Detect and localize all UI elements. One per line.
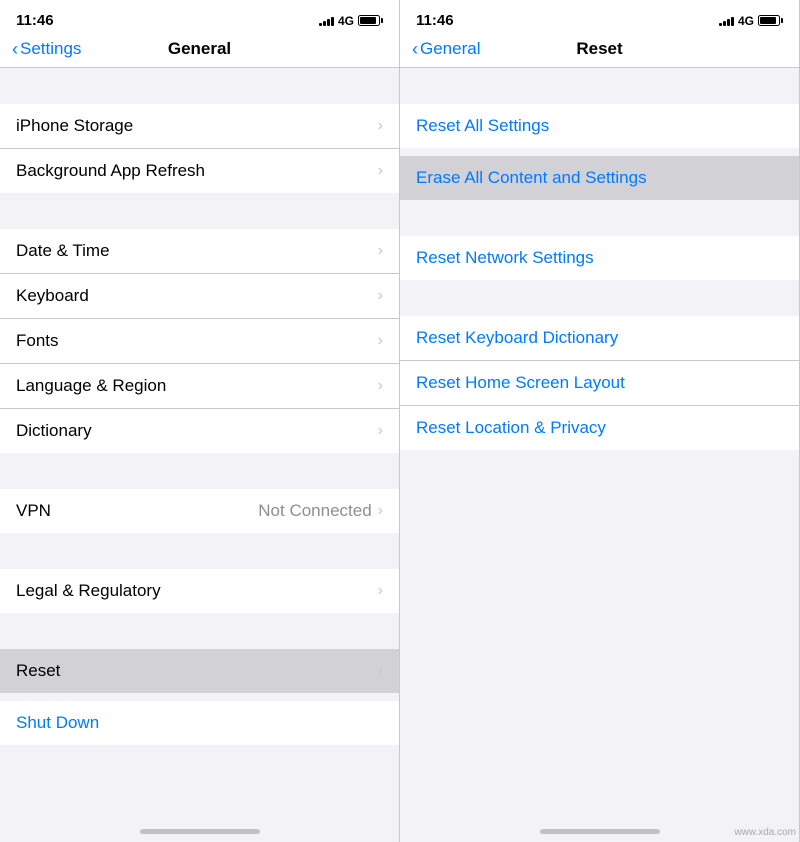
left-divider-5 (0, 613, 399, 649)
reset-network-item[interactable]: Reset Network Settings (400, 236, 799, 280)
chevron-right-icon: › (378, 117, 383, 135)
language-region-label: Language & Region (16, 376, 166, 396)
left-section-5: Reset › (0, 649, 399, 693)
vpn-item[interactable]: VPN Not Connected › (0, 489, 399, 533)
shutdown-label: Shut Down (16, 713, 99, 733)
home-bar (140, 829, 260, 834)
left-status-bar: 11:46 4G (0, 0, 399, 35)
right-nav-bar: ‹ General Reset (400, 35, 799, 68)
iphone-storage-label: iPhone Storage (16, 116, 133, 136)
date-time-label: Date & Time (16, 241, 110, 261)
right-divider-1 (400, 68, 799, 104)
left-home-indicator (0, 825, 399, 842)
right-panel: 11:46 4G ‹ Ge (400, 0, 800, 842)
right-battery-icon (758, 15, 783, 26)
reset-all-settings-item[interactable]: Reset All Settings (400, 104, 799, 148)
reset-network-label: Reset Network Settings (416, 248, 594, 268)
left-nav-title: General (168, 39, 231, 59)
right-spacer (400, 450, 799, 825)
right-divider-3 (400, 200, 799, 236)
reset-location-privacy-item[interactable]: Reset Location & Privacy (400, 406, 799, 450)
left-divider-4 (0, 533, 399, 569)
right-status-icons: 4G (719, 14, 783, 28)
iphone-storage-item[interactable]: iPhone Storage › (0, 104, 399, 149)
battery-icon (358, 15, 383, 26)
reset-home-screen-label: Reset Home Screen Layout (416, 373, 625, 393)
keyboard-label: Keyboard (16, 286, 89, 306)
dictionary-item[interactable]: Dictionary › (0, 409, 399, 453)
right-network-label: 4G (738, 14, 754, 28)
right-back-chevron-icon: ‹ (412, 40, 418, 58)
left-divider-1 (0, 68, 399, 104)
legal-regulatory-label: Legal & Regulatory (16, 581, 161, 601)
chevron-right-icon: › (378, 242, 383, 260)
chevron-right-icon: › (378, 662, 383, 680)
vpn-label: VPN (16, 501, 51, 521)
right-back-label: General (420, 39, 480, 59)
reset-location-privacy-label: Reset Location & Privacy (416, 418, 606, 438)
reset-home-screen-item[interactable]: Reset Home Screen Layout (400, 361, 799, 406)
reset-keyboard-dict-item[interactable]: Reset Keyboard Dictionary (400, 316, 799, 361)
left-spacer (0, 745, 399, 825)
erase-all-content-label: Erase All Content and Settings (416, 168, 647, 188)
right-section-3: Reset Network Settings (400, 236, 799, 280)
shutdown-item[interactable]: Shut Down (0, 701, 399, 745)
left-nav-bar: ‹ Settings General (0, 35, 399, 68)
left-section-4: Legal & Regulatory › (0, 569, 399, 613)
left-back-button[interactable]: ‹ Settings (12, 39, 81, 59)
left-panel: 11:46 4G ‹ Se (0, 0, 400, 842)
erase-all-content-item[interactable]: Erase All Content and Settings (400, 156, 799, 200)
reset-item[interactable]: Reset › (0, 649, 399, 693)
right-signal-icon (719, 15, 734, 26)
dictionary-label: Dictionary (16, 421, 92, 441)
chevron-right-icon: › (378, 332, 383, 350)
right-nav-title: Reset (576, 39, 622, 59)
background-app-refresh-item[interactable]: Background App Refresh › (0, 149, 399, 193)
reset-all-settings-label: Reset All Settings (416, 116, 549, 136)
vpn-value: Not Connected (258, 501, 371, 521)
right-divider-4 (400, 280, 799, 316)
reset-keyboard-dict-label: Reset Keyboard Dictionary (416, 328, 618, 348)
left-status-icons: 4G (319, 14, 383, 28)
left-divider-3 (0, 453, 399, 489)
left-section-1: iPhone Storage › Background App Refresh … (0, 104, 399, 193)
left-divider-6 (0, 693, 399, 701)
fonts-label: Fonts (16, 331, 59, 351)
signal-icon (319, 15, 334, 26)
background-app-refresh-label: Background App Refresh (16, 161, 205, 181)
chevron-right-icon: › (378, 502, 383, 520)
left-time: 11:46 (16, 12, 54, 29)
right-section-2: Erase All Content and Settings (400, 156, 799, 200)
watermark: www.xda.com (734, 827, 796, 838)
date-time-item[interactable]: Date & Time › (0, 229, 399, 274)
fonts-item[interactable]: Fonts › (0, 319, 399, 364)
chevron-right-icon: › (378, 287, 383, 305)
right-home-bar (540, 829, 660, 834)
left-section-3: VPN Not Connected › (0, 489, 399, 533)
legal-regulatory-item[interactable]: Legal & Regulatory › (0, 569, 399, 613)
chevron-right-icon: › (378, 422, 383, 440)
right-back-button[interactable]: ‹ General (412, 39, 480, 59)
right-status-bar: 11:46 4G (400, 0, 799, 35)
right-divider-2 (400, 148, 799, 156)
left-section-2: Date & Time › Keyboard › Fonts › Languag… (0, 229, 399, 453)
language-region-item[interactable]: Language & Region › (0, 364, 399, 409)
chevron-right-icon: › (378, 582, 383, 600)
chevron-right-icon: › (378, 377, 383, 395)
back-chevron-icon: ‹ (12, 40, 18, 58)
right-section-1: Reset All Settings (400, 104, 799, 148)
network-label: 4G (338, 14, 354, 28)
reset-label: Reset (16, 661, 60, 681)
right-section-4: Reset Keyboard Dictionary Reset Home Scr… (400, 316, 799, 450)
left-divider-2 (0, 193, 399, 229)
right-time: 11:46 (416, 12, 454, 29)
chevron-right-icon: › (378, 162, 383, 180)
keyboard-item[interactable]: Keyboard › (0, 274, 399, 319)
left-back-label: Settings (20, 39, 81, 59)
